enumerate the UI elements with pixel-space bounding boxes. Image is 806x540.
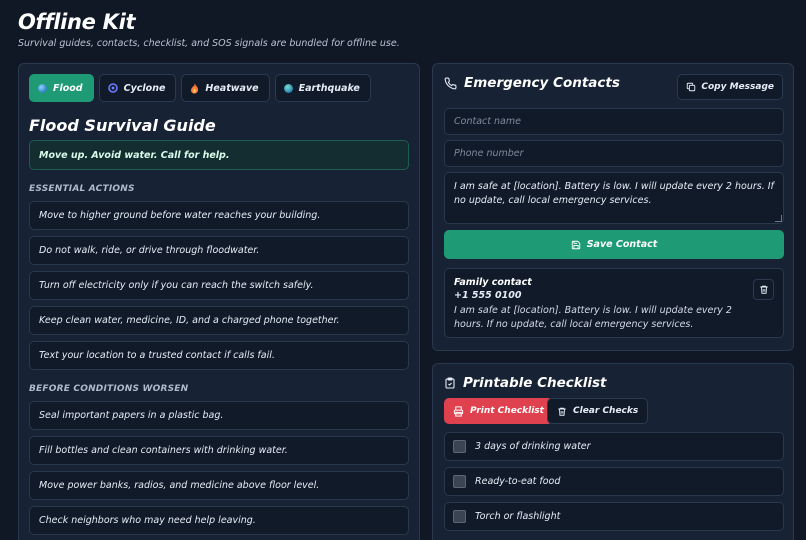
guide-alert: Move up. Avoid water. Call for help. [29, 140, 409, 170]
checklist-item-label: Ready-to-eat food [475, 476, 561, 487]
checklist-item-label: 3 days of drinking water [475, 441, 591, 452]
tab-label: Cyclone [123, 82, 166, 94]
list-item: Do not walk, ride, or drive through floo… [29, 236, 409, 265]
contact-name-input[interactable] [444, 108, 784, 135]
section-label-before: BEFORE CONDITIONS WORSEN [29, 384, 189, 394]
tab-label: Flood [53, 82, 83, 94]
guide-panel: Flood Cyclone Heatwave Earthquake Flood … [18, 63, 420, 540]
sos-message-textarea[interactable]: I am safe at [location]. Battery is low.… [444, 172, 784, 224]
checklist-item[interactable]: Ready-to-eat food [444, 467, 784, 496]
print-checklist-label: Print Checklist [470, 406, 544, 416]
tab-label: Earthquake [298, 82, 360, 94]
phone-icon [444, 77, 457, 90]
app-subtitle: Survival guides, contacts, checklist, an… [18, 38, 400, 49]
list-item: Check neighbors who may need help leavin… [29, 506, 409, 535]
app-title: Offline Kit [18, 10, 136, 34]
section-label-essential: ESSENTIAL ACTIONS [29, 184, 135, 194]
trash-icon [759, 284, 769, 295]
checklist-items: 3 days of drinking water Ready-to-eat fo… [444, 432, 784, 531]
checklist-item-label: Torch or flashlight [475, 511, 561, 522]
list-item: Fill bottles and clean containers with d… [29, 436, 409, 465]
tab-label: Heatwave [205, 82, 259, 94]
checklist-item[interactable]: 3 days of drinking water [444, 432, 784, 461]
guide-title: Flood Survival Guide [29, 116, 216, 135]
contacts-title: Emergency Contacts [464, 75, 620, 91]
water-globe-icon [38, 83, 47, 93]
checkbox[interactable] [453, 510, 466, 523]
tab-flood[interactable]: Flood [29, 74, 94, 102]
contact-name: Family contact [454, 277, 532, 288]
essential-actions-list: Move to higher ground before water reach… [29, 201, 409, 370]
contacts-panel: Emergency Contacts Copy Message I am saf… [432, 63, 794, 351]
copy-icon [686, 82, 696, 92]
list-item: Turn off electricity only if you can rea… [29, 271, 409, 300]
list-item: Move power banks, radios, and medicine a… [29, 471, 409, 500]
checklist-item[interactable]: Torch or flashlight [444, 502, 784, 531]
tab-heatwave[interactable]: Heatwave [181, 74, 270, 102]
printer-icon [453, 405, 464, 417]
delete-contact-button[interactable] [753, 279, 774, 300]
app-header: Offline Kit Survival guides, contacts, c… [18, 10, 400, 49]
phone-number-input[interactable] [444, 140, 784, 167]
tab-cyclone[interactable]: Cyclone [98, 74, 177, 102]
copy-message-button[interactable]: Copy Message [677, 74, 783, 100]
save-contact-button[interactable]: Save Contact [444, 230, 784, 259]
checklist-panel: Printable Checklist Print Checklist Clea… [432, 363, 794, 540]
clear-checks-label: Clear Checks [573, 406, 639, 416]
checklist-title: Printable Checklist [463, 375, 607, 391]
before-conditions-list: Seal important papers in a plastic bag. … [29, 401, 409, 535]
trash-icon [557, 406, 567, 417]
contact-phone: +1 555 0100 [454, 290, 522, 301]
cyclone-icon [107, 83, 118, 93]
contacts-header: Emergency Contacts [444, 75, 620, 91]
save-contact-label: Save Contact [586, 239, 658, 250]
contact-message: I am safe at [location]. Battery is low.… [454, 305, 732, 330]
flame-icon [190, 83, 199, 94]
copy-message-label: Copy Message [701, 82, 774, 92]
list-item: Seal important papers in a plastic bag. [29, 401, 409, 430]
clipboard-check-icon [444, 376, 456, 390]
saved-contact-card: Family contact +1 555 0100 I am safe at … [444, 268, 784, 338]
list-item: Keep clean water, medicine, ID, and a ch… [29, 306, 409, 335]
print-checklist-button[interactable]: Print Checklist [444, 398, 553, 424]
globe-icon [283, 83, 293, 93]
tab-earthquake[interactable]: Earthquake [274, 74, 371, 102]
hazard-tabs: Flood Cyclone Heatwave Earthquake [29, 74, 371, 102]
clear-checks-button[interactable]: Clear Checks [547, 398, 649, 424]
checklist-header: Printable Checklist [444, 375, 606, 391]
save-icon [571, 240, 581, 250]
list-item: Text your location to a trusted contact … [29, 341, 409, 370]
checkbox[interactable] [453, 440, 466, 453]
checkbox[interactable] [453, 475, 466, 488]
list-item: Move to higher ground before water reach… [29, 201, 409, 230]
